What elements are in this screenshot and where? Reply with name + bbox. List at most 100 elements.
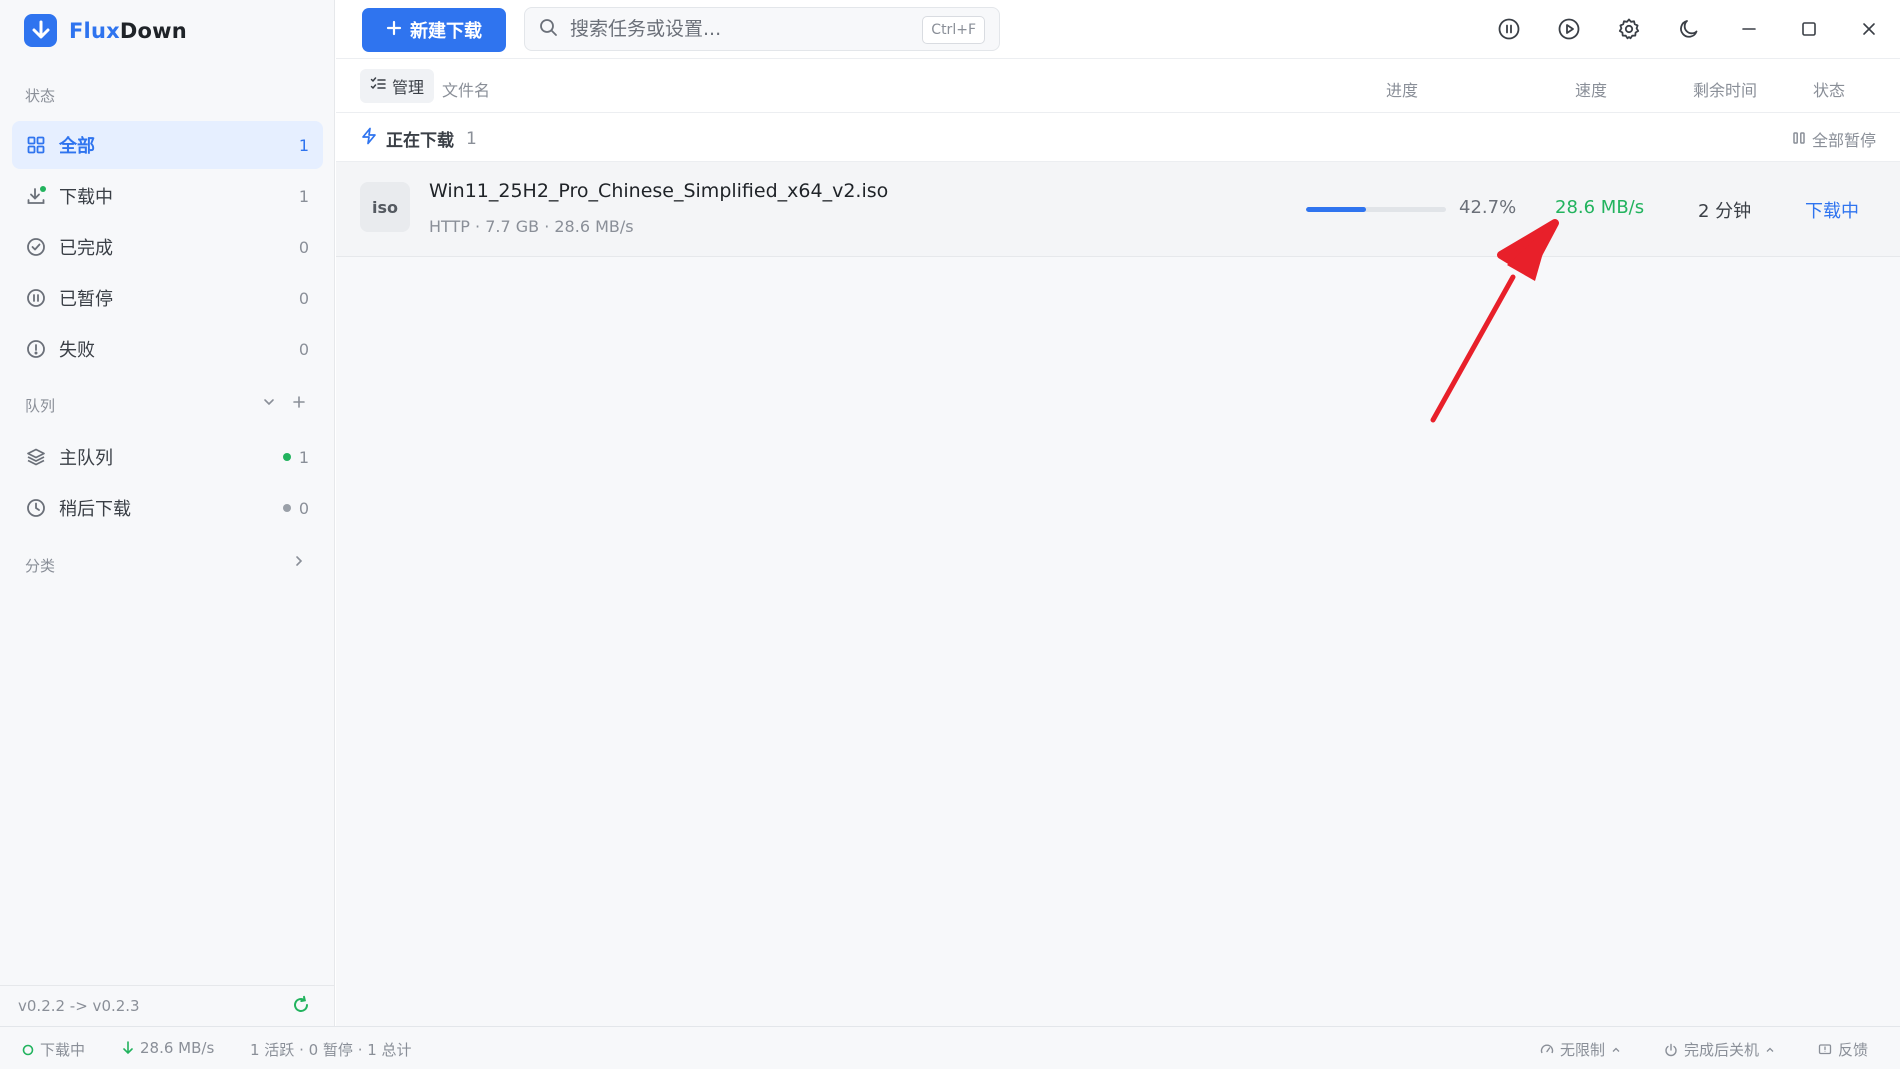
- top-toolbar: 新建下载 Ctrl+F: [336, 0, 1900, 59]
- manage-button[interactable]: 管理: [360, 69, 435, 103]
- queue-actions: [262, 393, 306, 414]
- sidebar-footer: v0.2.2 -> v0.2.3: [0, 985, 335, 1026]
- update-refresh-icon[interactable]: [291, 995, 311, 1019]
- task-list-empty-area: [336, 257, 1900, 1026]
- pause-circle-icon: [25, 287, 47, 309]
- app-name: FluxDown: [69, 18, 187, 43]
- sidebar-item-count: 1: [298, 186, 309, 206]
- pause-bars-icon: [1792, 130, 1806, 149]
- sidebar-item-count: 0: [298, 288, 309, 308]
- feedback-message-icon: [1818, 1043, 1832, 1054]
- speed-limit-control[interactable]: 无限制: [1540, 1039, 1621, 1060]
- queue-status-dot: [283, 504, 291, 512]
- column-progress[interactable]: 进度: [1386, 77, 1418, 101]
- global-speed-value: 28.6 MB/s: [140, 1039, 215, 1057]
- queue-status-dot: [283, 453, 291, 461]
- chevron-right-icon[interactable]: [292, 553, 306, 572]
- sidebar-item-label: 已暂停: [59, 289, 113, 310]
- search-shortcut-hint: Ctrl+F: [922, 16, 985, 44]
- app-logo: FluxDown: [24, 14, 187, 47]
- task-row[interactable]: iso Win11_25H2_Pro_Chinese_Simplified_x6…: [336, 162, 1900, 257]
- sidebar-item-failed[interactable]: 失败 0: [12, 325, 323, 373]
- arrow-down-icon: [123, 1041, 133, 1055]
- resume-all-icon[interactable]: [1556, 16, 1582, 42]
- alert-circle-icon: [25, 338, 47, 360]
- search-input[interactable]: [568, 17, 902, 41]
- search-icon: [539, 18, 558, 41]
- power-icon: [1665, 1043, 1677, 1056]
- download-icon: [25, 185, 47, 207]
- app-window: FluxDown 状态 全部 1 下载中 1 已完成 0 已暂停 0 失败 0 …: [0, 0, 1900, 1069]
- clock-icon: [25, 497, 47, 519]
- task-filename: Win11_25H2_Pro_Chinese_Simplified_x64_v2…: [429, 180, 889, 202]
- global-speed: 28.6 MB/s: [122, 1039, 214, 1057]
- status-circle-icon: [22, 1044, 34, 1055]
- sidebar-item-label: 稍后下载: [59, 499, 131, 520]
- check-circle-icon: [25, 236, 47, 258]
- plus-icon: [386, 20, 402, 41]
- status-section-label: 状态: [25, 87, 56, 105]
- queue-section-label: 队列: [25, 397, 56, 415]
- group-count: 1: [466, 128, 477, 149]
- group-title-label: 正在下载: [386, 131, 454, 151]
- progress-bar: [1306, 207, 1446, 212]
- sidebar-item-count: 0: [298, 237, 309, 257]
- global-state: 下载中: [22, 1039, 85, 1060]
- close-icon[interactable]: [1856, 16, 1882, 42]
- sidebar-item-count: 1: [298, 135, 309, 155]
- grid-icon: [25, 134, 47, 156]
- column-filename[interactable]: 文件名: [442, 77, 490, 101]
- sidebar-item-later-queue[interactable]: 稍后下载 0: [12, 484, 323, 532]
- task-summary: 1 活跃 · 0 暂停 · 1 总计: [250, 1041, 412, 1059]
- group-title: 正在下载 1: [360, 126, 477, 151]
- chevron-down-icon[interactable]: [262, 393, 276, 414]
- column-speed[interactable]: 速度: [1575, 77, 1607, 101]
- pause-all-label: 全部暂停: [1811, 131, 1876, 150]
- after-complete-label: 完成后关机: [1684, 1041, 1760, 1059]
- status-bar: 下载中 28.6 MB/s 1 活跃 · 0 暂停 · 1 总计 无限制 完成后…: [0, 1026, 1900, 1069]
- settings-gear-icon[interactable]: [1616, 16, 1642, 42]
- task-status: 下载中: [1805, 201, 1859, 222]
- sidebar-item-count: 0: [298, 339, 309, 359]
- downloading-group-header[interactable]: 正在下载 1 全部暂停: [336, 114, 1900, 162]
- lightning-bolt-icon: [360, 127, 378, 150]
- sidebar-item-count: 0: [298, 498, 309, 518]
- sidebar: FluxDown 状态 全部 1 下载中 1 已完成 0 已暂停 0 失败 0 …: [0, 0, 335, 1026]
- sidebar-item-label: 下载中: [59, 187, 113, 208]
- sidebar-item-count: 1: [298, 447, 309, 467]
- chevron-up-icon: [1612, 1047, 1620, 1052]
- sidebar-item-label: 已完成: [59, 238, 113, 259]
- checklist-icon: [370, 76, 386, 96]
- task-meta: HTTP · 7.7 GB · 28.6 MB/s: [429, 217, 634, 236]
- pause-all-button[interactable]: 全部暂停: [1792, 127, 1876, 151]
- column-remaining[interactable]: 剩余时间: [1693, 77, 1757, 101]
- sidebar-item-completed[interactable]: 已完成 0: [12, 223, 323, 271]
- annotation-arrow: [1430, 219, 1559, 423]
- progress-bar-fill: [1306, 207, 1366, 212]
- maximize-icon[interactable]: [1796, 16, 1822, 42]
- file-type-badge: iso: [360, 182, 410, 232]
- after-complete-control[interactable]: 完成后关机: [1664, 1039, 1775, 1060]
- chevron-up-icon: [1766, 1047, 1774, 1052]
- sidebar-item-label: 全部: [59, 136, 95, 157]
- speed-limit-label: 无限制: [1560, 1041, 1606, 1059]
- pause-all-icon[interactable]: [1496, 16, 1522, 42]
- search-box: Ctrl+F: [524, 7, 1000, 51]
- add-queue-plus-icon[interactable]: [292, 393, 306, 414]
- feedback-button[interactable]: 反馈: [1818, 1039, 1868, 1060]
- new-download-button[interactable]: 新建下载: [362, 8, 506, 52]
- feedback-label: 反馈: [1838, 1041, 1869, 1059]
- sidebar-item-downloading[interactable]: 下载中 1: [12, 172, 323, 220]
- sidebar-item-all[interactable]: 全部 1: [12, 121, 323, 169]
- column-status[interactable]: 状态: [1813, 77, 1845, 101]
- new-download-label: 新建下载: [410, 21, 482, 42]
- gauge-icon: [1540, 1044, 1554, 1053]
- dark-mode-moon-icon[interactable]: [1676, 16, 1702, 42]
- download-logo-icon: [24, 14, 57, 47]
- sidebar-item-label: 主队列: [59, 448, 113, 469]
- category-section-label: 分类: [25, 557, 56, 575]
- sidebar-item-main-queue[interactable]: 主队列 1: [12, 433, 323, 481]
- minimize-icon[interactable]: [1736, 16, 1762, 42]
- layers-icon: [25, 446, 47, 468]
- sidebar-item-paused[interactable]: 已暂停 0: [12, 274, 323, 322]
